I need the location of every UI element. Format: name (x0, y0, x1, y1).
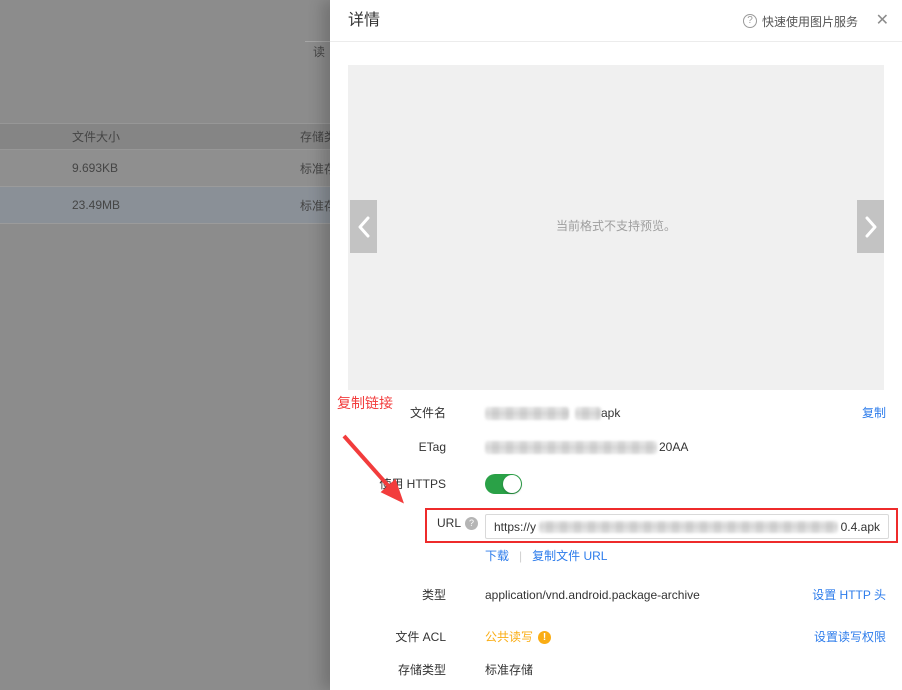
panel-header: 详情 ? 快速使用图片服务 ✕ (330, 0, 902, 42)
url-label: URL ? (348, 516, 478, 530)
url-visible-suffix: 0.4.apk (841, 520, 880, 534)
chevron-right-icon (865, 216, 877, 238)
storage-class-cell: 标准存 (300, 197, 330, 214)
file-size-column-header: 文件大小 (72, 128, 120, 145)
link-separator: | (519, 546, 522, 566)
file-acl-value: 公共读写 ! (485, 627, 551, 647)
redacted-filename-blur (485, 407, 569, 420)
download-link[interactable]: 下载 (485, 546, 509, 566)
url-visible-prefix: https://y (494, 520, 536, 534)
copy-file-url-link[interactable]: 复制文件 URL (532, 546, 607, 566)
redacted-etag-blur (485, 441, 657, 454)
set-http-header-link[interactable]: 设置 HTTP 头 (812, 585, 886, 605)
etag-visible-suffix: 20AA (659, 437, 688, 457)
url-label-text: URL (437, 516, 461, 530)
screen: 文件大小 存储类 9.693KB 标准存 23.49MB 标准存 读 详情 ? … (0, 0, 902, 690)
acl-value-text: 公共读写 (485, 627, 533, 647)
copy-filename-button[interactable]: 复制 (862, 403, 886, 423)
toggle-knob (503, 475, 521, 493)
etag-value: 20AA (485, 437, 688, 457)
redacted-filename-blur (575, 407, 601, 420)
file-size-cell: 23.49MB (72, 198, 120, 212)
redacted-url-blur (539, 521, 838, 533)
url-input[interactable]: https://y 0.4.apk (485, 514, 889, 539)
storage-class-column-header: 存储类 (300, 128, 330, 145)
etag-label: ETag (348, 437, 446, 457)
table-row-selected: 23.49MB 标准存 (0, 187, 330, 224)
modal-dim-overlay: 文件大小 存储类 9.693KB 标准存 23.49MB 标准存 读 (0, 0, 330, 690)
content-type-label: 类型 (348, 585, 446, 605)
filename-value: apk (485, 403, 620, 423)
content-type-value: application/vnd.android.package-archive (485, 585, 700, 605)
background-divider (305, 41, 330, 42)
quick-image-service-label: 快速使用图片服务 (762, 13, 858, 30)
table-header-row: 文件大小 存储类 (0, 123, 330, 150)
annotation-copy-link-label: 复制链接 (337, 393, 393, 413)
details-panel: 详情 ? 快速使用图片服务 ✕ 当前格式不支持预览。 文件名 apk 复制 (330, 0, 902, 690)
question-circle-icon: ? (743, 14, 757, 28)
preview-unsupported-message: 当前格式不支持预览。 (348, 217, 884, 234)
storage-type-value: 标准存储 (485, 660, 533, 680)
storage-class-cell: 标准存 (300, 160, 330, 177)
https-toggle[interactable] (485, 474, 522, 494)
panel-title: 详情 (348, 0, 380, 42)
preview-area: 当前格式不支持预览。 (348, 65, 884, 390)
file-acl-label: 文件 ACL (348, 627, 446, 647)
close-icon[interactable]: ✕ (876, 11, 889, 31)
previous-file-button[interactable] (350, 200, 377, 253)
quick-image-service-link[interactable]: ? 快速使用图片服务 (743, 0, 858, 42)
file-size-cell: 9.693KB (72, 161, 118, 175)
background-text-fragment: 读 (313, 43, 325, 60)
next-file-button[interactable] (857, 200, 884, 253)
filename-visible-suffix: apk (601, 403, 620, 423)
warning-icon: ! (538, 631, 551, 644)
chevron-left-icon (358, 216, 370, 238)
table-row: 9.693KB 标准存 (0, 150, 330, 187)
url-help-icon[interactable]: ? (465, 517, 478, 530)
set-acl-link[interactable]: 设置读写权限 (814, 627, 886, 647)
storage-type-label: 存储类型 (348, 660, 446, 680)
url-action-links: 下载 | 复制文件 URL (485, 546, 607, 566)
use-https-label: 使用 HTTPS (348, 474, 446, 494)
